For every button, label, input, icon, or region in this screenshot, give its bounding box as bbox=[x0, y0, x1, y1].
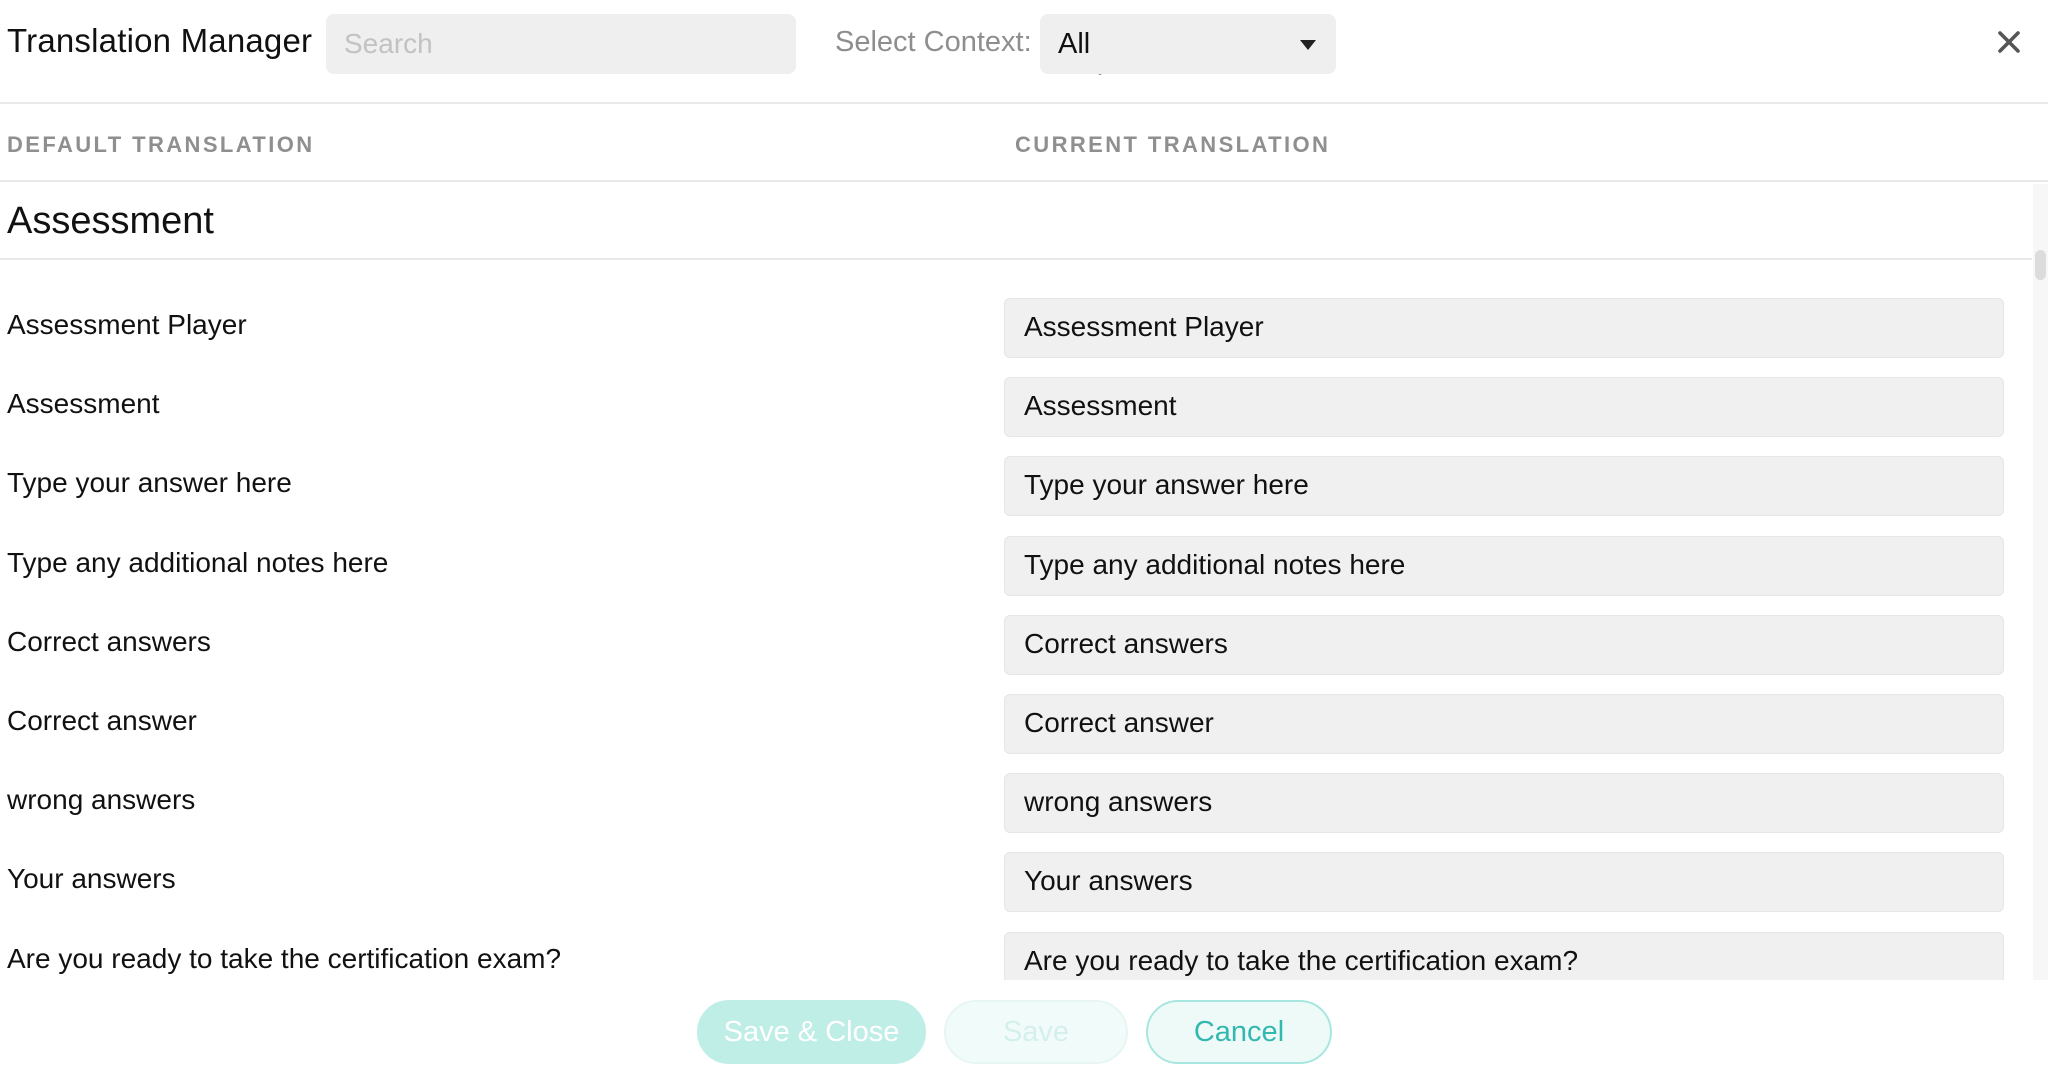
translation-row: Type your answer here Type your answer h… bbox=[0, 456, 2032, 535]
chevron-down-icon bbox=[1300, 40, 1316, 50]
cancel-button[interactable]: Cancel bbox=[1146, 1000, 1332, 1064]
current-text: Are you ready to take the certification … bbox=[1024, 944, 1579, 976]
default-text: Correct answers bbox=[7, 625, 211, 657]
scrollbar-thumb[interactable] bbox=[2035, 250, 2046, 280]
current-translation-header: CURRENT TRANSLATION bbox=[1015, 132, 1331, 157]
current-translation-input[interactable]: Your answers bbox=[1004, 852, 2004, 913]
header-bar: Translation Manager Select Context: All bbox=[0, 0, 2048, 104]
column-headers: DEFAULT TRANSLATION CURRENT TRANSLATION bbox=[0, 104, 2048, 182]
save-and-close-button[interactable]: Save & Close bbox=[697, 1000, 926, 1064]
current-text: Type your answer here bbox=[1024, 469, 1309, 501]
current-text: wrong answers bbox=[1024, 786, 1213, 818]
footer-bar: Save & Close Save Cancel bbox=[0, 980, 2048, 1072]
close-icon[interactable] bbox=[1997, 30, 2021, 54]
current-text: Type any additional notes here bbox=[1024, 548, 1406, 580]
translation-rows: Assessment Player Assessment Player Asse… bbox=[0, 298, 2032, 980]
current-translation-input[interactable]: Assessment Player bbox=[1004, 298, 2004, 358]
translation-list[interactable]: Assessment Assessment Player Assessment … bbox=[0, 182, 2048, 980]
current-translation-input[interactable]: Correct answers bbox=[1004, 614, 2004, 675]
current-translation-input[interactable]: wrong answers bbox=[1004, 773, 2004, 834]
current-text: Correct answer bbox=[1024, 706, 1214, 738]
translation-row: Assessment Player Assessment Player bbox=[0, 298, 2032, 377]
default-text: Correct answer bbox=[7, 704, 197, 736]
default-text: Your answers bbox=[7, 863, 176, 895]
default-text: Type your answer here bbox=[7, 467, 292, 499]
translation-row: Correct answer Correct answer bbox=[0, 693, 2032, 773]
default-text: wrong answers bbox=[7, 784, 196, 816]
default-text: Assessment bbox=[7, 388, 160, 420]
current-text: Your answers bbox=[1024, 865, 1193, 897]
section-header: Assessment bbox=[0, 182, 2032, 260]
current-translation-input[interactable]: Correct answer bbox=[1004, 693, 2004, 754]
default-text: Assessment Player bbox=[7, 309, 247, 340]
section-title: Assessment bbox=[7, 200, 214, 242]
current-translation-input[interactable]: Assessment bbox=[1004, 377, 2004, 438]
current-text: Correct answers bbox=[1024, 627, 1228, 659]
current-translation-input[interactable]: Are you ready to take the certification … bbox=[1004, 931, 2004, 980]
translation-row: Type any additional notes here Type any … bbox=[0, 535, 2032, 615]
translation-row: Correct answers Correct answers bbox=[0, 614, 2032, 694]
current-translation-input[interactable]: Type any additional notes here bbox=[1004, 535, 2004, 596]
current-text: Assessment bbox=[1024, 390, 1177, 422]
translation-row: Are you ready to take the certification … bbox=[0, 931, 2032, 980]
default-text: Type any additional notes here bbox=[7, 546, 389, 578]
scrollbar[interactable] bbox=[2033, 184, 2048, 980]
translation-row: wrong answers wrong answers bbox=[0, 773, 2032, 852]
search-input[interactable] bbox=[344, 14, 734, 74]
translation-manager-window: Translation Manager Select Context: All … bbox=[0, 0, 2048, 1072]
search-box[interactable] bbox=[326, 14, 1102, 75]
translation-row: Assessment Assessment bbox=[0, 377, 2032, 456]
page-title: Translation Manager bbox=[7, 22, 313, 59]
context-value: All bbox=[1058, 28, 1091, 60]
current-text: Assessment Player bbox=[1024, 311, 1264, 342]
context-select[interactable]: All bbox=[1040, 14, 1336, 74]
translation-row: Your answers Your answers bbox=[0, 852, 2032, 931]
save-button[interactable]: Save bbox=[944, 1000, 1128, 1064]
default-text: Are you ready to take the certification … bbox=[7, 942, 562, 974]
current-translation-input[interactable]: Type your answer here bbox=[1004, 456, 2004, 517]
default-translation-header: DEFAULT TRANSLATION bbox=[7, 132, 315, 157]
context-label: Select Context: bbox=[835, 26, 1032, 58]
